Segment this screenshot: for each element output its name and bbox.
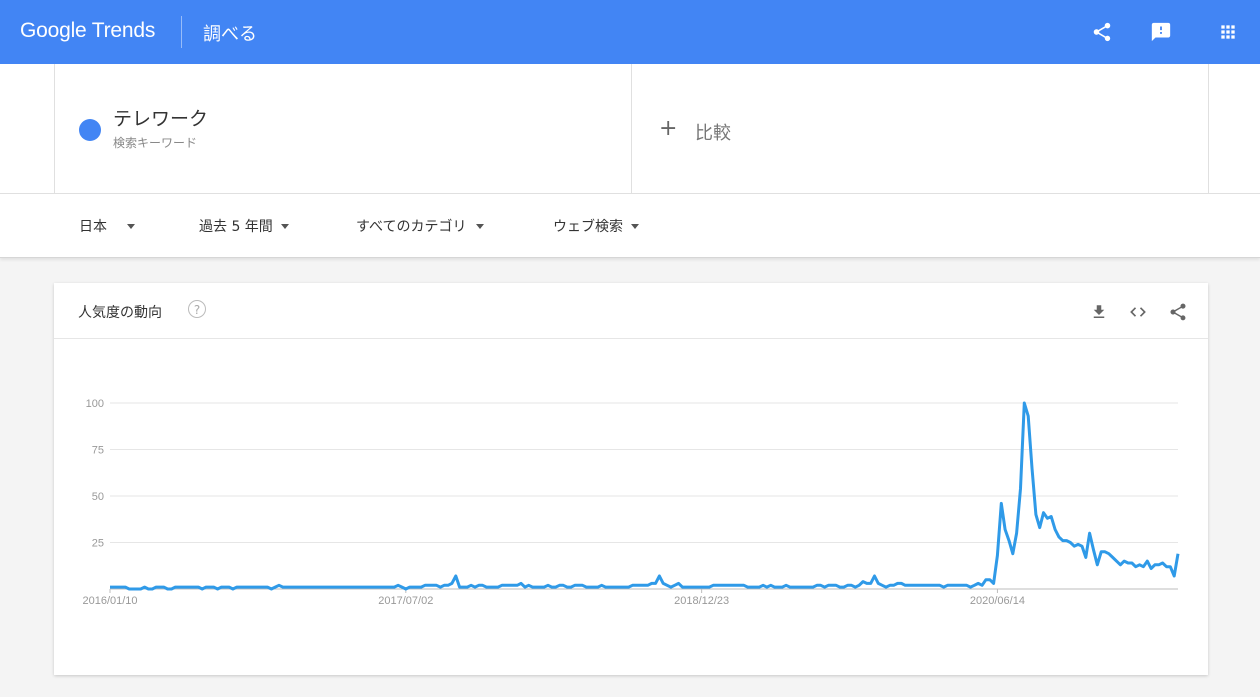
y-tick-label: 25 [92,538,104,550]
caret-down-icon [631,223,639,229]
compare-button[interactable]: + 比較 [631,64,1209,193]
x-tick-label: 2017/07/02 [378,595,433,607]
search-term-card[interactable]: テレワーク 検索キーワード [54,64,632,193]
interest-over-time-card: 人気度の動向 ? 100 75 50 25 2016/01/10 2017/07/02 20… [54,283,1208,675]
caret-down-icon [476,223,485,229]
share-icon[interactable] [1090,20,1114,44]
y-tick-label: 50 [92,491,104,503]
search-terms-panel: テレワーク 検索キーワード + 比較 [0,64,1260,194]
term-color-dot [79,119,101,141]
search-type-filter-label: ウェブ検索 [553,219,623,235]
top-app-bar: Google Trends 調べる [0,0,1260,64]
category-filter-label: すべてのカテゴリ [356,219,467,235]
plus-icon: + [659,116,678,141]
filter-bar: 日本 過去 5 年間 すべてのカテゴリ ウェブ検索 [0,194,1260,258]
category-filter[interactable]: すべてのカテゴリ [356,216,485,236]
region-filter-label: 日本 [79,219,107,235]
header-divider [181,16,182,48]
search-term-type: 検索キーワード [113,136,198,150]
download-icon[interactable] [1088,301,1110,323]
help-icon[interactable]: ? [188,300,206,318]
time-range-filter[interactable]: 過去 5 年間 [199,216,289,236]
apps-grid-icon[interactable] [1216,20,1240,44]
x-tick-label: 2020/06/14 [970,595,1025,607]
google-trends-logo[interactable]: Google Trends [20,19,155,43]
y-tick-label: 75 [92,445,104,457]
time-range-filter-label: 過去 5 年間 [199,219,273,235]
embed-code-icon[interactable] [1127,301,1149,323]
region-filter[interactable]: 日本 [79,216,135,236]
x-tick-label: 2018/12/23 [674,595,729,607]
interest-line-chart[interactable]: 100 75 50 25 2016/01/10 2017/07/02 2018/12/23 2… [54,339,1208,675]
feedback-icon[interactable] [1149,20,1173,44]
page-title: 調べる [203,24,257,45]
search-term-name[interactable]: テレワーク [113,104,208,131]
search-type-filter[interactable]: ウェブ検索 [553,216,639,236]
y-tick-label: 100 [86,398,104,410]
share-icon[interactable] [1167,301,1189,323]
caret-down-icon [280,223,289,229]
caret-down-icon [127,223,135,229]
compare-label: 比較 [695,123,731,144]
card-header: 人気度の動向 ? [54,283,1208,339]
x-tick-label: 2016/01/10 [82,595,137,607]
card-title: 人気度の動向 [78,305,162,321]
